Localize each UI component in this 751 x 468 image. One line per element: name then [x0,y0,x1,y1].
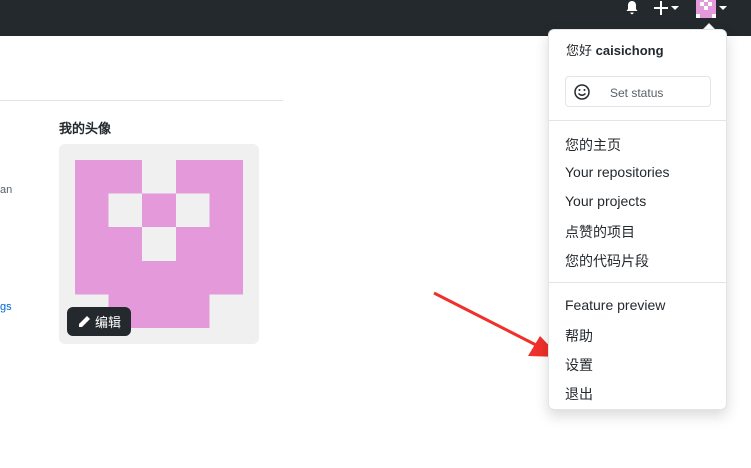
set-status-label: Set status [610,86,664,100]
menu-item-your-repositories[interactable]: Your repositories [565,164,670,180]
identicon-image [75,160,243,328]
create-new-button[interactable] [654,0,682,16]
menu-item-your-projects[interactable]: Your projects [565,193,646,209]
edit-avatar-button[interactable]: 编辑 [67,307,131,336]
truncated-text: an [0,184,13,196]
chevron-down-icon [671,6,679,10]
section-divider [0,100,283,101]
menu-item-your-gists[interactable]: 您的代码片段 [565,251,649,271]
menu-item-your-profile[interactable]: 您的主页 [565,135,621,155]
smiley-icon [574,84,590,100]
chevron-down-icon [719,6,727,10]
pencil-icon [78,315,90,327]
set-status-button[interactable]: Set status [565,76,711,107]
edit-label: 编辑 [94,315,121,330]
avatar-icon [696,0,716,18]
menu-item-sign-out[interactable]: 退出 [565,384,593,404]
username: caisichong [595,43,664,58]
truncated-link[interactable]: gs [0,301,12,313]
avatar-menu-button[interactable] [696,0,730,18]
greeting-prefix: 您好 [566,43,593,58]
menu-item-your-stars[interactable]: 点赞的项目 [565,222,635,242]
dropdown-greeting: 您好 caisichong [566,40,664,59]
menu-item-feature-preview[interactable]: Feature preview [565,297,665,313]
menu-item-settings[interactable]: 设置 [565,355,593,375]
plus-icon [654,1,668,15]
menu-divider [549,282,726,283]
bell-icon[interactable] [624,0,640,16]
user-dropdown-menu: 您好 caisichong Set status 您的主页 Your repos… [548,29,727,410]
menu-divider [549,120,726,121]
menu-item-help[interactable]: 帮助 [565,326,593,346]
profile-picture-title: 我的头像 [59,121,112,136]
red-arrow-icon [433,291,560,357]
